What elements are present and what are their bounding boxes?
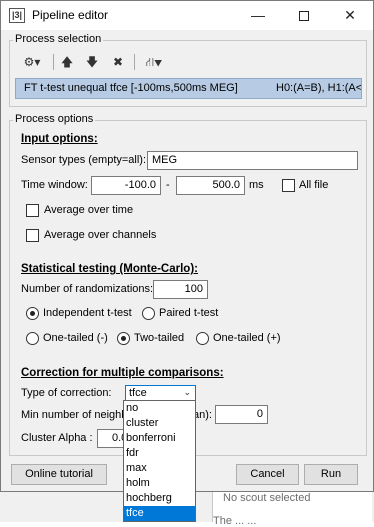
maximize-button[interactable] <box>281 1 327 30</box>
all-file-checkbox[interactable] <box>282 179 295 192</box>
randomizations-label: Number of randomizations: <box>21 283 154 295</box>
dropdown-option[interactable]: cluster <box>124 416 195 431</box>
correction-type-dropdown-list: no cluster bonferroni fdr max holm hochb… <box>123 400 196 522</box>
process-hypothesis: H0:(A=B), H1:(A<>B <box>276 82 362 94</box>
maximize-icon <box>299 11 309 21</box>
dropdown-option[interactable]: hochberg <box>124 491 195 506</box>
one-tailed-negative-radio[interactable] <box>26 332 39 345</box>
two-tailed-label: Two-tailed <box>134 332 185 344</box>
average-over-channels-checkbox[interactable] <box>26 229 39 242</box>
delete-x-icon: ✖ <box>112 55 124 69</box>
arrow-down-icon: 🡇 <box>85 55 99 69</box>
sensor-types-label: Sensor types (empty=all): <box>21 154 147 166</box>
run-button[interactable]: Run <box>304 464 358 485</box>
pipeline-menu-button[interactable]: ⛙▾ <box>139 51 169 73</box>
gear-menu-button[interactable]: ⚙▾ <box>17 51 47 73</box>
dropdown-option[interactable]: fdr <box>124 446 195 461</box>
minimize-icon: — <box>251 7 265 23</box>
dropdown-option[interactable]: max <box>124 461 195 476</box>
paired-ttest-radio[interactable] <box>142 307 155 320</box>
arrow-up-icon: 🡅 <box>60 55 74 69</box>
move-up-button[interactable]: 🡅 <box>57 51 77 73</box>
brainstorm-app-icon: |3| <box>9 8 25 23</box>
dropdown-option[interactable]: bonferroni <box>124 431 195 446</box>
input-options-heading: Input options: <box>21 133 98 145</box>
process-toolbar: ⚙▾ 🡅 🡇 ✖ ⛙▾ <box>15 51 362 73</box>
correction-type-value: tfce <box>129 387 147 399</box>
randomizations-input[interactable]: 100 <box>153 280 208 299</box>
average-over-time-label: Average over time <box>44 204 134 216</box>
two-tailed-radio[interactable] <box>117 332 130 345</box>
dropdown-option[interactable]: no <box>124 401 195 416</box>
time-start-input[interactable]: -100.0 <box>91 176 161 195</box>
background-partial-text: The ... ... <box>213 515 257 527</box>
one-tailed-positive-label: One-tailed (+) <box>213 332 281 344</box>
cluster-alpha-label: Cluster Alpha : <box>21 432 93 444</box>
chevron-down-icon: ⌄ <box>183 387 191 397</box>
all-file-label: All file <box>299 179 329 191</box>
min-neighbours-label: Min number of neighb <box>21 409 128 421</box>
title-bar[interactable]: |3| Pipeline editor — ✕ <box>1 1 373 30</box>
process-name: FT t-test unequal tfce [-100ms,500ms MEG… <box>24 82 238 94</box>
move-down-button[interactable]: 🡇 <box>82 51 102 73</box>
online-tutorial-button[interactable]: Online tutorial <box>11 464 107 485</box>
scout-status-text: No scout selected <box>223 492 311 504</box>
toolbar-separator <box>134 54 135 70</box>
type-of-correction-label: Type of correction: <box>21 387 112 399</box>
min-neighbours-input[interactable]: 0 <box>215 405 268 424</box>
time-unit-label: ms <box>249 179 264 191</box>
close-icon: ✕ <box>344 7 356 23</box>
cancel-button[interactable]: Cancel <box>236 464 299 485</box>
window-title: Pipeline editor <box>32 8 109 22</box>
pipeline-tree-icon: ⛙▾ <box>145 55 163 69</box>
dropdown-option-selected[interactable]: tfce <box>124 506 195 521</box>
delete-process-button[interactable]: ✖ <box>108 51 128 73</box>
gear-icon: ⚙▾ <box>23 55 41 69</box>
correction-heading: Correction for multiple comparisons: <box>21 367 224 379</box>
paired-ttest-label: Paired t-test <box>159 307 219 319</box>
sensor-types-input[interactable]: MEG <box>147 151 358 170</box>
process-list-item[interactable]: FT t-test unequal tfce [-100ms,500ms MEG… <box>15 78 362 99</box>
process-options-legend: Process options <box>13 113 96 125</box>
statistical-testing-heading: Statistical testing (Monte-Carlo): <box>21 263 198 275</box>
one-tailed-negative-label: One-tailed (-) <box>43 332 108 344</box>
time-dash: - <box>166 179 170 191</box>
dropdown-option[interactable]: holm <box>124 476 195 491</box>
time-end-input[interactable]: 500.0 <box>176 176 245 195</box>
independent-ttest-label: Independent t-test <box>43 307 132 319</box>
average-over-channels-label: Average over channels <box>44 229 157 241</box>
toolbar-separator <box>53 54 54 70</box>
minimize-button[interactable]: — <box>235 1 281 30</box>
average-over-time-checkbox[interactable] <box>26 204 39 217</box>
one-tailed-positive-radio[interactable] <box>196 332 209 345</box>
close-button[interactable]: ✕ <box>327 1 373 30</box>
time-window-label: Time window: <box>21 179 88 191</box>
process-selection-legend: Process selection <box>13 33 104 45</box>
independent-ttest-radio[interactable] <box>26 307 39 320</box>
